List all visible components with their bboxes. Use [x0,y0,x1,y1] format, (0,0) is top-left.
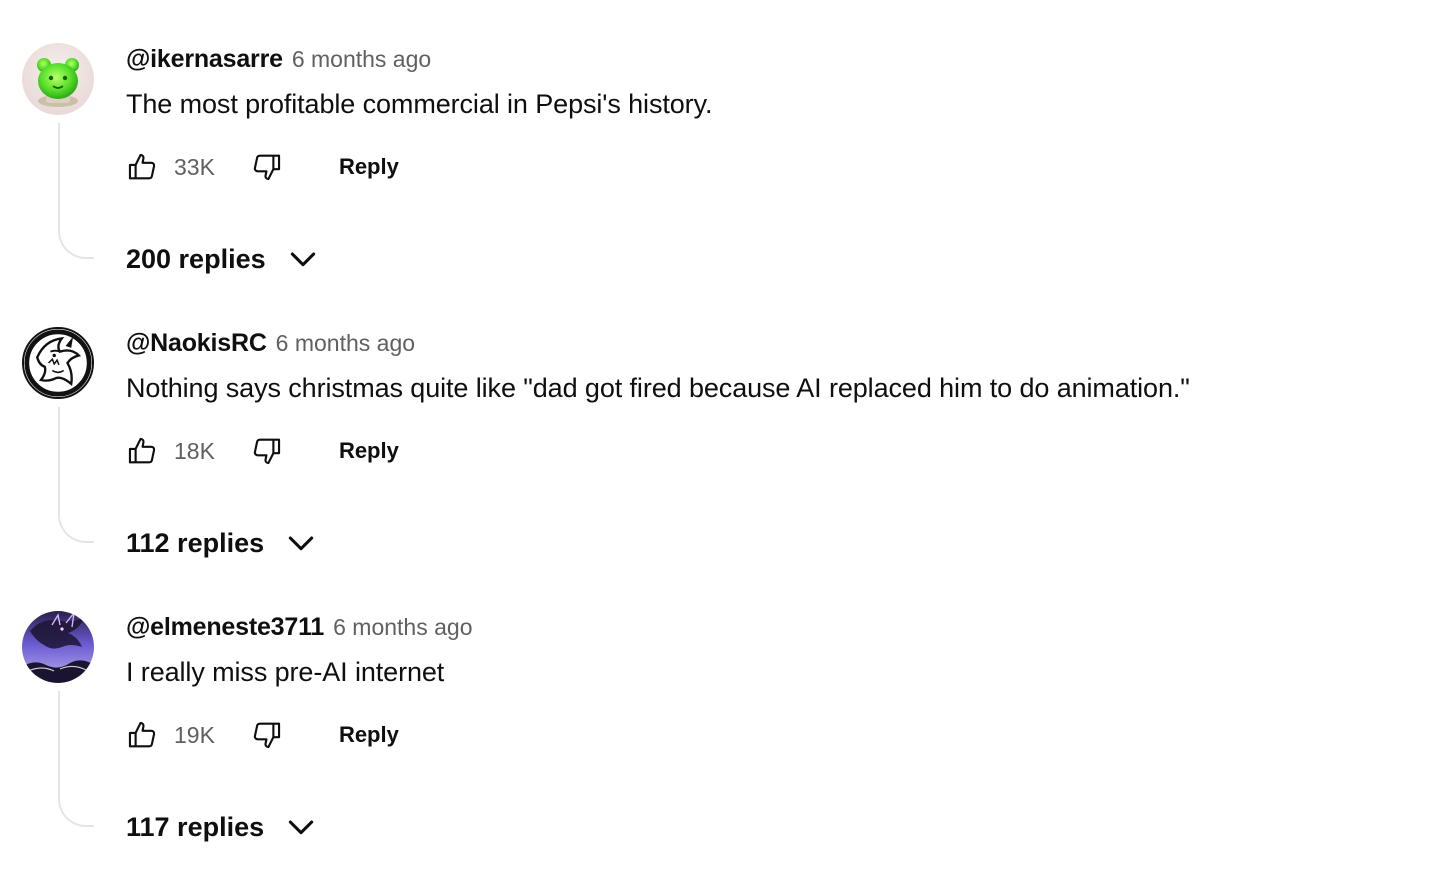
author-avatar[interactable] [22,43,94,115]
dislike-button[interactable] [247,715,287,755]
comment-header: @NaokisRC 6 months ago [126,329,415,363]
author-avatar[interactable] [22,327,94,399]
comment-text: Nothing says christmas quite like "dad g… [126,373,1190,403]
chevron-down-icon [286,242,320,276]
thumbs-down-icon [253,154,281,181]
comment-text: The most profitable commercial in Pepsi'… [126,89,713,119]
purple-dragon-avatar-icon [22,611,94,683]
thumbs-up-icon [128,153,156,180]
like-button[interactable] [122,715,162,755]
comment-text: I really miss pre-AI internet [126,657,445,687]
reply-button[interactable]: Reply [339,722,399,748]
replies-count-label: 200 replies [126,243,266,274]
thumbs-down-icon [253,722,281,749]
dislike-button[interactable] [247,147,287,187]
view-replies-button[interactable]: 112 replies [126,521,318,565]
comment-thread: @elmeneste3711 6 months ago I really mis… [0,568,1440,852]
chevron-down-icon [284,526,318,560]
like-count: 19K [174,721,215,748]
shark-emblem-avatar-icon [24,329,92,397]
thread-connector-line [58,123,94,259]
chevron-down-icon [284,810,318,844]
like-button[interactable] [122,147,162,187]
dislike-button[interactable] [247,431,287,471]
replies-count-label: 112 replies [126,527,265,558]
comment-action-bar: 33K Reply [122,145,399,189]
thread-connector-line [58,691,94,827]
comment-timestamp[interactable]: 6 months ago [333,614,472,641]
comment-timestamp[interactable]: 6 months ago [276,330,415,357]
comments-section: @ikernasarre 6 months ago The most profi… [0,0,1440,888]
comment-thread: @ikernasarre 6 months ago The most profi… [0,0,1440,284]
comment-action-bar: 19K Reply [122,713,399,757]
author-avatar[interactable] [22,611,94,683]
reply-button[interactable]: Reply [339,154,399,180]
comment-header: @ikernasarre 6 months ago [126,45,431,79]
thumbs-down-icon [253,438,281,465]
like-button[interactable] [122,431,162,471]
thread-connector-line [58,407,94,543]
green-creature-avatar-icon [22,43,94,115]
like-count: 33K [174,153,215,180]
like-count: 18K [174,437,215,464]
reply-button[interactable]: Reply [339,438,399,464]
comment-thread: @NaokisRC 6 months ago Nothing says chri… [0,284,1440,568]
author-name-link[interactable]: @NaokisRC [126,329,267,358]
comment-header: @elmeneste3711 6 months ago [126,613,472,647]
thumbs-up-icon [128,437,156,464]
comment-action-bar: 18K Reply [122,429,399,473]
thumbs-up-icon [128,721,156,748]
comment-timestamp[interactable]: 6 months ago [292,46,431,73]
author-name-link[interactable]: @ikernasarre [126,45,283,74]
view-replies-button[interactable]: 200 replies [126,237,320,281]
view-replies-button[interactable]: 117 replies [126,805,318,849]
author-name-link[interactable]: @elmeneste3711 [126,613,324,642]
replies-count-label: 117 replies [126,811,265,842]
